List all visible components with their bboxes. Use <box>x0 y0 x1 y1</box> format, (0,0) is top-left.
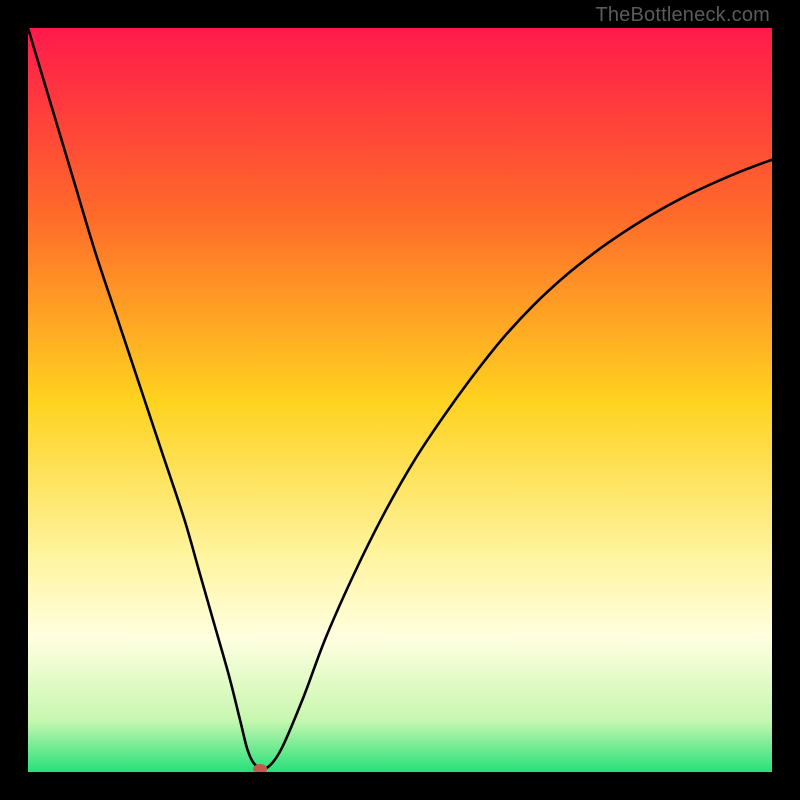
plot-area <box>28 28 772 772</box>
gradient-background <box>28 28 772 772</box>
watermark-text: TheBottleneck.com <box>595 4 770 27</box>
chart-frame: TheBottleneck.com <box>0 0 800 800</box>
chart-svg <box>28 28 772 772</box>
